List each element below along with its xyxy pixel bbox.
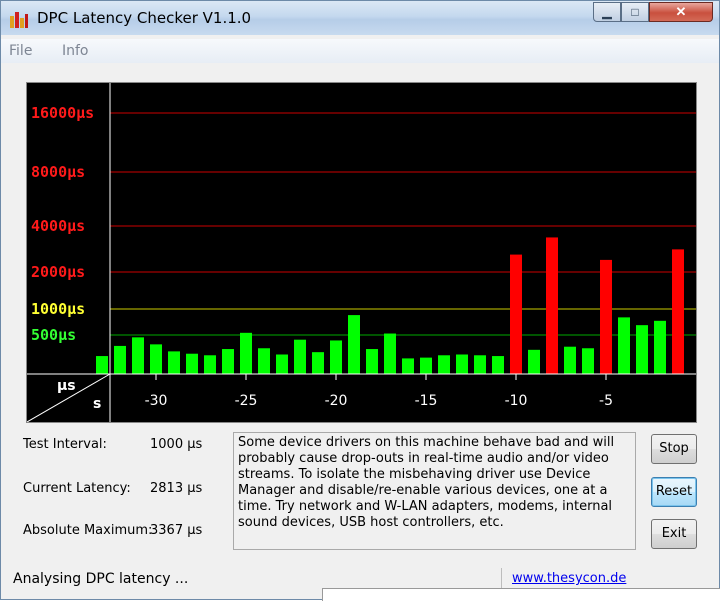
latency-bar	[672, 249, 684, 374]
current-latency-value: 2813 µs	[150, 481, 203, 496]
diagnostic-message: Some device drivers on this machine beha…	[233, 432, 636, 550]
latency-bar	[96, 356, 108, 374]
test-interval-value: 1000 µs	[150, 437, 203, 452]
status-divider	[501, 568, 502, 590]
latency-bar	[528, 349, 540, 374]
latency-bar	[132, 337, 144, 374]
current-latency-label: Current Latency:	[23, 481, 131, 496]
latency-bar	[186, 353, 198, 374]
latency-bar	[348, 315, 360, 374]
latency-bar	[294, 339, 306, 374]
latency-bar	[312, 352, 324, 374]
x-tick-label: -20	[325, 393, 348, 409]
latency-bar	[546, 237, 558, 374]
latency-bar	[258, 348, 270, 374]
latency-bar	[168, 351, 180, 374]
latency-bar	[222, 349, 234, 374]
latency-bar	[474, 355, 486, 374]
latency-bar	[420, 357, 432, 374]
maximize-button[interactable]: □	[621, 2, 649, 22]
latency-bar	[456, 354, 468, 374]
latency-bar	[492, 356, 504, 374]
y-unit-label: µs	[57, 378, 76, 394]
latency-bar	[402, 358, 414, 374]
latency-bar	[204, 355, 216, 374]
latency-bar	[636, 325, 648, 374]
reset-button[interactable]: Reset	[651, 477, 697, 507]
window-title: DPC Latency Checker V1.1.0	[37, 9, 252, 27]
app-window: DPC Latency Checker V1.1.0 ▁ □ ✕ File In…	[0, 0, 720, 600]
latency-bar	[600, 259, 612, 374]
background-area	[322, 588, 720, 601]
y-label-8000: 8000µs	[31, 163, 85, 181]
title-bar[interactable]: DPC Latency Checker V1.1.0 ▁ □ ✕	[1, 1, 719, 35]
x-tick-label: -30	[145, 393, 168, 409]
latency-bar	[114, 345, 126, 374]
stop-button[interactable]: Stop	[651, 434, 697, 464]
menu-bar: File Info	[1, 39, 719, 63]
latency-graph: 16000µs 8000µs 4000µs 2000µs 1000µs 500µs µs s -…	[26, 82, 697, 423]
latency-bar	[618, 317, 630, 374]
latency-bar	[240, 332, 252, 374]
close-button[interactable]: ✕	[649, 2, 713, 22]
menu-info[interactable]: Info	[62, 43, 89, 59]
y-label-500: 500µs	[31, 326, 76, 344]
minimize-button[interactable]: ▁	[593, 2, 621, 22]
y-label-4000: 4000µs	[31, 217, 85, 235]
x-tick-label: -15	[415, 393, 438, 409]
latency-bar	[582, 348, 594, 374]
exit-button[interactable]: Exit	[651, 519, 697, 549]
status-text: Analysing DPC latency ...	[13, 571, 189, 587]
latency-bar	[150, 344, 162, 374]
latency-chart: 16000µs 8000µs 4000µs 2000µs 1000µs 500µs µs s -…	[27, 83, 696, 422]
latency-bar	[564, 346, 576, 374]
latency-bar	[654, 320, 666, 374]
absolute-maximum-value: 3367 µs	[150, 523, 203, 538]
website-link[interactable]: www.thesycon.de	[512, 571, 626, 586]
menu-file[interactable]: File	[9, 43, 32, 59]
app-icon	[10, 12, 28, 28]
latency-bar	[510, 254, 522, 374]
test-interval-label: Test Interval:	[23, 437, 107, 452]
absolute-maximum-label: Absolute Maximum:	[23, 523, 153, 538]
y-label-16000: 16000µs	[31, 104, 94, 122]
latency-bar	[438, 355, 450, 374]
x-tick-label: -10	[505, 393, 528, 409]
y-label-2000: 2000µs	[31, 263, 85, 281]
latency-bar	[384, 333, 396, 374]
latency-bar	[366, 349, 378, 374]
x-tick-label: -5	[599, 393, 613, 409]
x-tick-label: -25	[235, 393, 258, 409]
y-label-1000: 1000µs	[31, 300, 85, 318]
latency-bar	[330, 340, 342, 374]
x-unit-label: s	[93, 396, 101, 412]
latency-bar	[276, 354, 288, 374]
